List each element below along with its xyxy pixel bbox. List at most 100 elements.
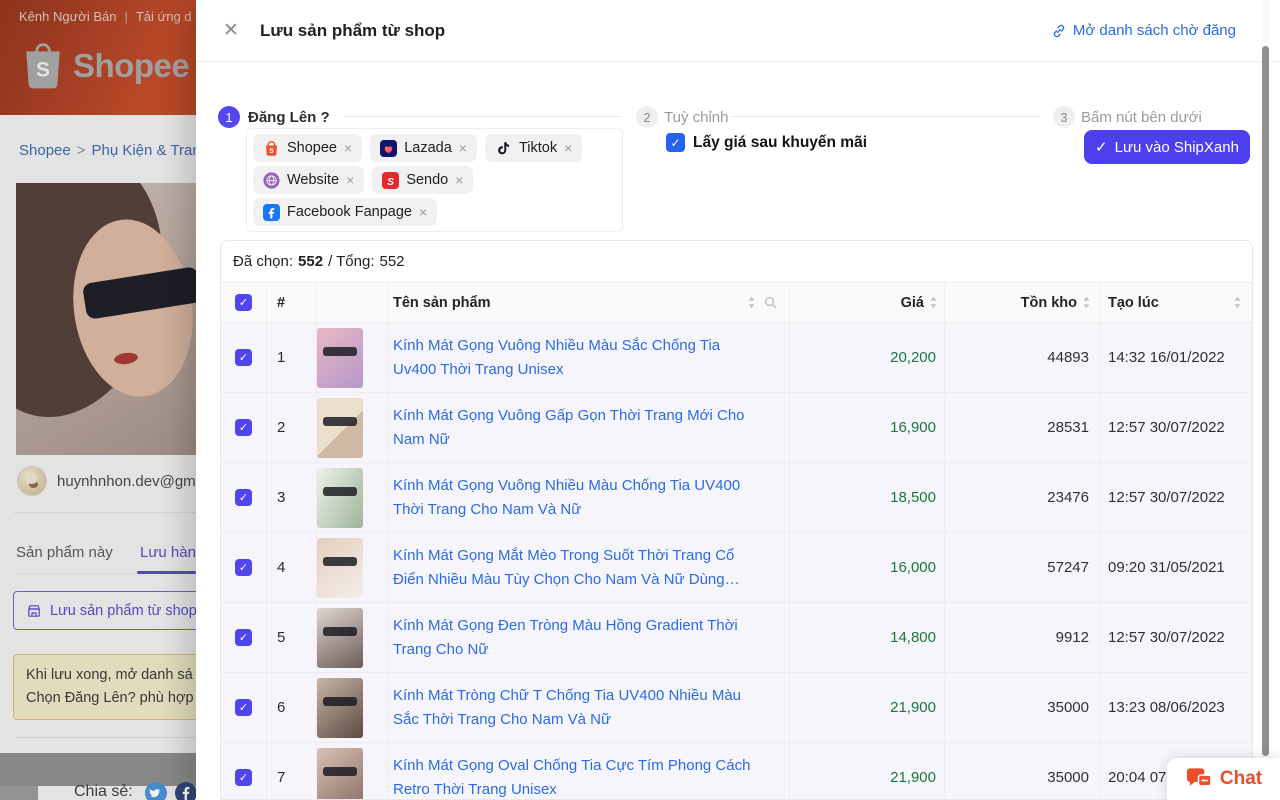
row-checkbox[interactable] — [235, 699, 252, 716]
promo-price-checkbox[interactable] — [666, 133, 685, 152]
sort-icon[interactable] — [1233, 296, 1242, 309]
product-thumb[interactable] — [317, 397, 363, 458]
remove-tag-icon[interactable]: × — [459, 140, 467, 156]
facebook-icon — [263, 203, 280, 221]
sort-icon[interactable] — [929, 296, 938, 309]
row-stock: 44893 — [944, 323, 1099, 392]
chat-widget[interactable]: Chat — [1167, 758, 1280, 800]
step2-connector-line — [730, 116, 1040, 117]
platform-tag-shopee[interactable]: S Shopee × — [253, 134, 363, 162]
product-link[interactable]: Kính Mát Gọng Oval Chống Tia Cực Tím Pho… — [393, 754, 763, 799]
product-link[interactable]: Kính Mát Gọng Vuông Nhiều Màu Chống Tia … — [393, 474, 763, 521]
table-row: 3 Kính Mát Gọng Vuông Nhiều Màu Chống Ti… — [221, 463, 1252, 533]
product-thumb[interactable] — [317, 467, 363, 528]
row-checkbox-cell — [221, 743, 266, 799]
step1-connector-line — [344, 116, 622, 117]
row-checkbox[interactable] — [235, 769, 252, 786]
platform-tag-facebook[interactable]: Facebook Fanpage × — [253, 198, 438, 226]
remove-tag-icon[interactable]: × — [455, 172, 463, 188]
product-link[interactable]: Kính Mát Gọng Vuông Gấp Gọn Thời Trang M… — [393, 404, 763, 451]
open-pending-list-link[interactable]: Mở danh sách chờ đăng — [1051, 22, 1236, 39]
backdrop-page: Kênh Người Bán | Tải ứng d S Shopee Shopee… — [0, 0, 213, 800]
chat-icon — [1186, 768, 1212, 787]
row-checkbox[interactable] — [235, 349, 252, 366]
row-index: 2 — [266, 393, 316, 462]
product-thumb[interactable] — [317, 327, 363, 388]
row-checkbox-cell — [221, 393, 266, 462]
row-index: 1 — [266, 323, 316, 392]
platform-tag-website[interactable]: Website × — [253, 166, 365, 194]
row-image-cell — [316, 743, 388, 799]
save-to-shipxanh-label: Lưu vào ShipXanh — [1114, 138, 1239, 156]
sort-icon[interactable] — [747, 296, 756, 309]
header-image — [316, 283, 388, 322]
row-created: 12:57 30/07/2022 — [1099, 393, 1252, 462]
product-thumb[interactable] — [317, 677, 363, 738]
row-checkbox[interactable] — [235, 559, 252, 576]
product-link[interactable]: Kính Mát Gọng Mắt Mèo Trong Suốt Thời Tr… — [393, 544, 763, 591]
platform-tag-lazada[interactable]: Lazada × — [370, 134, 477, 162]
row-checkbox-cell — [221, 463, 266, 532]
row-created: 12:57 30/07/2022 — [1099, 603, 1252, 672]
save-to-shipxanh-button[interactable]: ✓ Lưu vào ShipXanh — [1084, 130, 1250, 164]
row-checkbox[interactable] — [235, 419, 252, 436]
platform-tag-sendo[interactable]: S Sendo × — [372, 166, 474, 194]
scrollbar-thumb[interactable] — [1262, 46, 1269, 756]
select-all-checkbox[interactable] — [235, 294, 252, 311]
step2-circle: 2 — [636, 106, 658, 128]
row-checkbox-cell — [221, 533, 266, 602]
lazada-icon — [380, 139, 398, 157]
step1-label: Đăng Lên ? — [248, 109, 330, 126]
row-created: 12:57 30/07/2022 — [1099, 463, 1252, 532]
remove-tag-icon[interactable]: × — [344, 140, 352, 156]
header-created: Tạo lúc — [1099, 283, 1252, 322]
save-products-modal: ✕ Lưu sản phẩm từ shop Mở danh sách chờ … — [196, 0, 1280, 800]
header-name-label: Tên sản phẩm — [393, 294, 491, 311]
table-row: 6 Kính Mát Tròng Chữ T Chống Tia UV400 N… — [221, 673, 1252, 743]
svg-text:S: S — [269, 146, 274, 155]
sort-icon[interactable] — [1082, 296, 1091, 309]
row-name-cell: Kính Mát Gọng Oval Chống Tia Cực Tím Pho… — [388, 743, 789, 799]
platform-tag-tiktok[interactable]: Tiktok × — [484, 134, 583, 162]
row-name-cell: Kính Mát Gọng Vuông Gấp Gọn Thời Trang M… — [388, 393, 789, 462]
row-price: 16,900 — [789, 393, 944, 462]
remove-tag-icon[interactable]: × — [419, 204, 427, 220]
platform-tags-panel: S Shopee × Lazada × Tiktok × Website × S — [246, 128, 623, 232]
link-icon — [1053, 24, 1065, 37]
row-price: 21,900 — [789, 673, 944, 742]
selected-count: 552 — [298, 253, 324, 270]
product-link[interactable]: Kính Mát Gọng Vuông Nhiều Màu Sắc Chống … — [393, 334, 763, 381]
row-price: 21,900 — [789, 743, 944, 799]
row-checkbox[interactable] — [235, 489, 252, 506]
row-index: 6 — [266, 673, 316, 742]
row-image-cell — [316, 533, 388, 602]
website-icon — [263, 171, 280, 189]
product-link[interactable]: Kính Mát Gọng Đen Tròng Màu Hồng Gradien… — [393, 614, 763, 661]
platform-tag-label: Lazada — [404, 140, 452, 156]
row-price: 14,800 — [789, 603, 944, 672]
remove-tag-icon[interactable]: × — [346, 172, 354, 188]
row-checkbox[interactable] — [235, 629, 252, 646]
row-name-cell: Kính Mát Gọng Vuông Nhiều Màu Chống Tia … — [388, 463, 789, 532]
remove-tag-icon[interactable]: × — [564, 140, 572, 156]
close-icon[interactable]: ✕ — [223, 20, 239, 42]
selected-label: Đã chọn: — [233, 253, 294, 270]
header-price-label: Giá — [900, 294, 924, 311]
row-index: 4 — [266, 533, 316, 602]
row-name-cell: Kính Mát Gọng Đen Tròng Màu Hồng Gradien… — [388, 603, 789, 672]
step2-label: Tuỳ chỉnh — [664, 109, 729, 126]
table-row: 7 Kính Mát Gọng Oval Chống Tia Cực Tím P… — [221, 743, 1252, 799]
row-stock: 28531 — [944, 393, 1099, 462]
product-thumb[interactable] — [317, 607, 363, 668]
row-checkbox-cell — [221, 603, 266, 672]
total-count: 552 — [379, 253, 405, 270]
row-price: 16,000 — [789, 533, 944, 602]
product-thumb[interactable] — [317, 747, 363, 799]
product-thumb[interactable] — [317, 537, 363, 598]
table-row: 2 Kính Mát Gọng Vuông Gấp Gọn Thời Trang… — [221, 393, 1252, 463]
search-icon[interactable] — [764, 296, 777, 309]
product-link[interactable]: Kính Mát Tròng Chữ T Chống Tia UV400 Nhi… — [393, 684, 763, 731]
table-body: 1 Kính Mát Gọng Vuông Nhiều Màu Sắc Chốn… — [221, 323, 1252, 799]
step3-label: Bấm nút bên dưới — [1081, 109, 1202, 126]
modal-title: Lưu sản phẩm từ shop — [260, 21, 446, 40]
